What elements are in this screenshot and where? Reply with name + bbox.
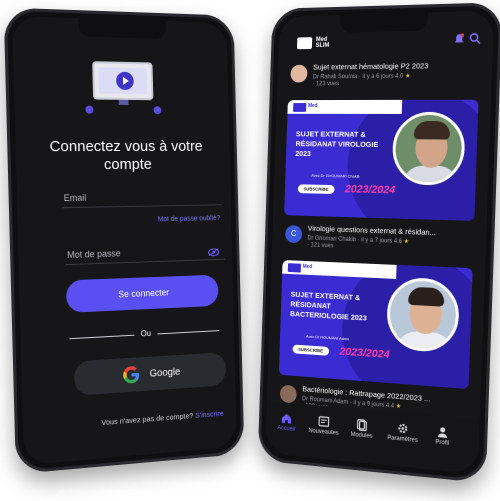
author-avatar	[279, 384, 297, 404]
brand-logo	[296, 37, 313, 50]
video-thumbnail[interactable]: Med SUJET EXTERNAT & RÉSIDANAT VIROLOGIE…	[284, 99, 479, 221]
eye-off-icon[interactable]	[208, 248, 219, 256]
presenter-photo	[391, 111, 466, 186]
author-avatar: C	[285, 225, 303, 244]
tab-label: Modules	[350, 431, 373, 440]
video-title[interactable]: Sujet externat hématologie P2 2023	[313, 60, 486, 71]
video-author: Dr Rahali Soumia	[312, 74, 358, 81]
login-title: Connectez vous à votre compte	[49, 137, 203, 174]
google-icon	[122, 366, 140, 384]
email-field[interactable]: Email	[64, 193, 87, 203]
tab-label: Paramètres	[387, 435, 418, 444]
video-views: · 123 vues	[312, 81, 340, 88]
google-signin-button[interactable]: Google	[73, 352, 227, 396]
decor-dot	[85, 105, 94, 114]
login-button[interactable]: Se connecter	[65, 274, 219, 313]
video-item[interactable]: C Virologie questions externat & résidan…	[285, 223, 480, 258]
tab-parametres[interactable]: Paramètres	[383, 421, 423, 445]
search-icon[interactable]	[469, 33, 481, 45]
tab-label: Nouveautes	[308, 428, 339, 437]
thumb-author: Avec Dr GHOUMARI Chakib	[311, 172, 360, 179]
monitor-play-icon	[92, 61, 154, 106]
login-screen: Connectez vous à votre compte Email Mot …	[12, 16, 237, 466]
video-date-rating: · il y a 6 jours 4.0	[358, 73, 404, 81]
news-icon	[318, 415, 330, 428]
password-underline	[65, 258, 225, 266]
google-button-label: Google	[149, 366, 181, 380]
top-bar: Med SLIM	[278, 29, 493, 53]
author-avatar	[290, 64, 308, 83]
subscribe-badge: SUBSCRIBE	[297, 184, 335, 194]
profile-icon	[437, 427, 448, 438]
or-divider: Ou	[69, 325, 220, 343]
video-meta: Dr Rahali Soumia · il y a 6 jours 4.0 ★	[313, 73, 411, 81]
signup-text: Vous n'avez pas de compte?	[101, 411, 194, 428]
star-icon: ★	[404, 73, 411, 80]
video-item[interactable]: Sujet externat hématologie P2 2023 Dr Ra…	[290, 60, 486, 90]
tab-label: Profil	[435, 439, 450, 447]
video-thumbnail[interactable]: Med SUJET EXTERNAT & RÉSIDANAT BACTERIOL…	[278, 260, 473, 390]
tab-accueil[interactable]: Accueil	[268, 411, 306, 434]
gear-icon	[397, 422, 409, 435]
password-field[interactable]: Mot de passe	[67, 248, 121, 260]
phone-login: Connectez vous à votre compte Email Mot …	[3, 7, 245, 475]
bell-icon[interactable]	[454, 33, 465, 45]
phone-feed: Med SLIM Sujet externat hématologie P2 2…	[257, 2, 500, 484]
thumb-logo-text: Med	[302, 263, 313, 271]
video-views: · 121 vues	[307, 242, 334, 250]
video-date-rating: · il y a 7 jours 4.6	[357, 237, 403, 245]
decor-dot	[153, 106, 162, 115]
phone-notch	[78, 18, 167, 40]
modules-icon	[356, 418, 368, 431]
forgot-password-link[interactable]: Mot de passe oublié?	[158, 215, 221, 223]
star-icon: ★	[403, 238, 410, 246]
tab-label: Accueil	[277, 425, 296, 433]
signup-prompt: Vous n'avez pas de compte? S'inscrire	[101, 408, 234, 427]
phone-notch	[339, 12, 428, 33]
email-underline	[61, 204, 222, 209]
tab-modules[interactable]: Modules	[342, 417, 381, 440]
brand-name: Med SLIM	[316, 37, 330, 49]
thumb-title: SUJET EXTERNAT & RÉSIDANAT VIROLOGIE 202…	[295, 129, 379, 159]
subscribe-badge: SUBSCRIBE	[292, 344, 329, 356]
thumb-year: 2023/2024	[344, 183, 396, 197]
signup-link[interactable]: S'inscrire	[195, 409, 224, 420]
thumb-title: SUJET EXTERNAT & RÉSIDANAT BACTERIOLOGIE…	[289, 289, 367, 323]
star-icon: ★	[395, 403, 402, 411]
feed-screen: Med SLIM Sujet externat hématologie P2 2…	[265, 10, 495, 475]
home-icon	[281, 413, 292, 424]
app-showcase: Connectez vous à votre compte Email Mot …	[0, 0, 500, 501]
brand-line-2: SLIM	[315, 42, 330, 49]
or-label: Ou	[140, 328, 152, 339]
tab-nouveautes[interactable]: Nouveautes	[305, 414, 343, 437]
tab-profil[interactable]: Profil	[422, 424, 463, 448]
thumb-logo-text: Med	[308, 103, 318, 109]
